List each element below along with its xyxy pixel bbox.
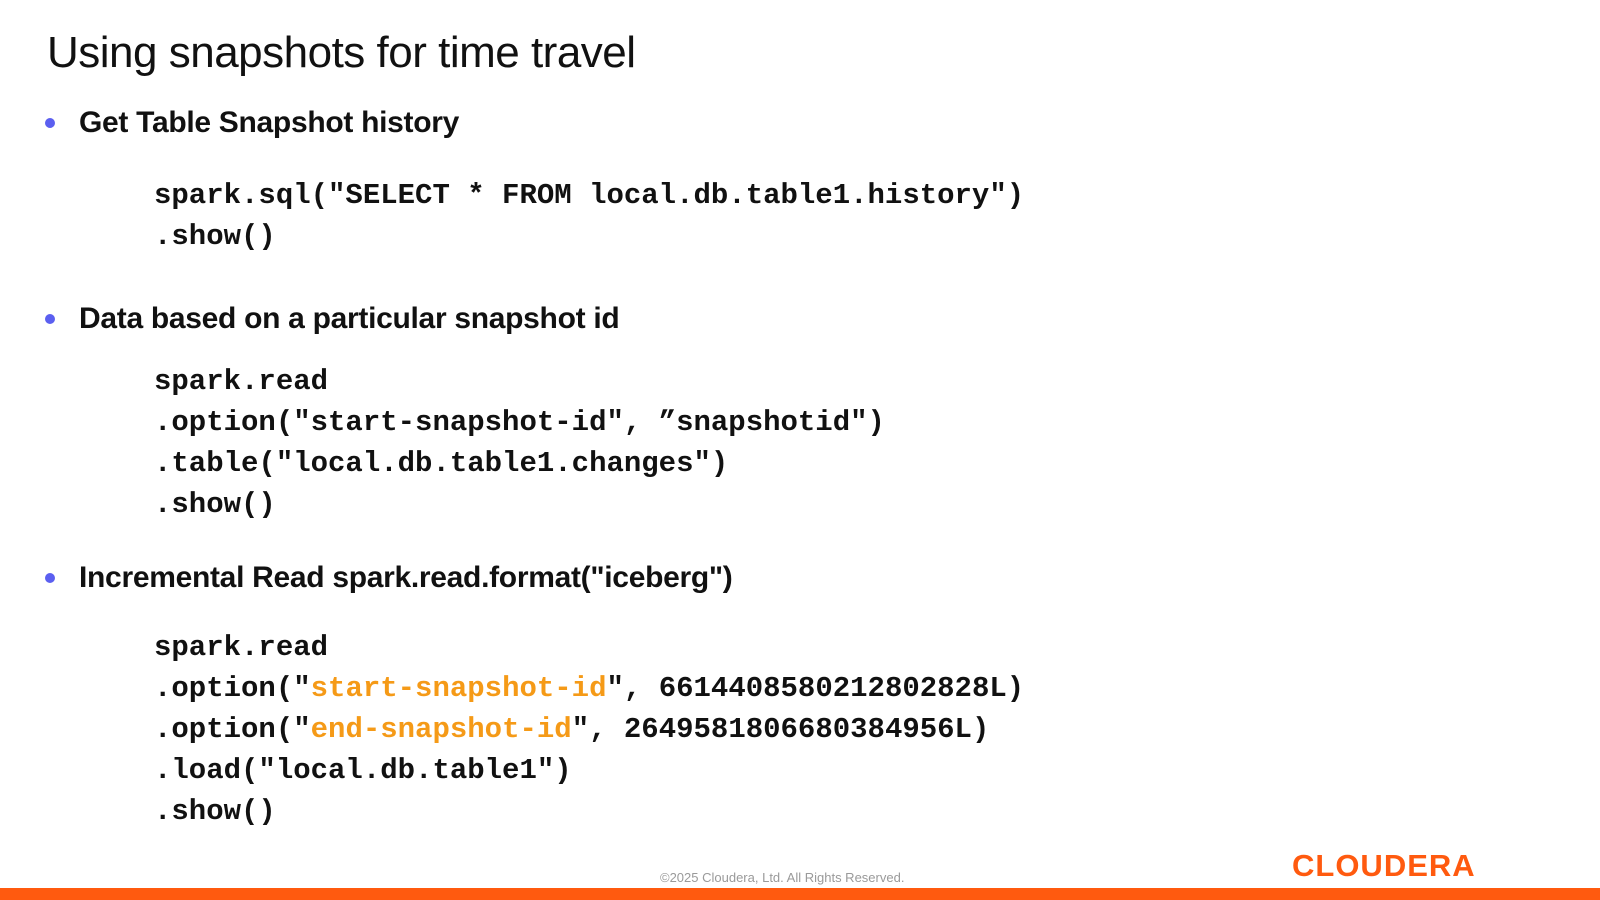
copyright-text: ©2025 Cloudera, Ltd. All Rights Reserved… <box>660 870 905 885</box>
bullet-item-incremental-read: Incremental Read spark.read.format("iceb… <box>45 558 733 598</box>
code-segment: .option(" <box>154 713 311 746</box>
code-block-snapshot-id: spark.read .option("start-snapshot-id", … <box>154 361 885 525</box>
code-line: .option("end-snapshot-id", 2649581806680… <box>154 709 1024 750</box>
code-line: .table("local.db.table1.changes") <box>154 447 729 480</box>
footer-accent-bar <box>0 888 1600 900</box>
code-segment: .option(" <box>154 672 311 705</box>
bullet-heading: Data based on a particular snapshot id <box>79 302 620 335</box>
bullet-item-snapshot-history: Get Table Snapshot history <box>45 103 459 143</box>
bullet-dot-icon <box>45 314 55 324</box>
cloudera-logo: CLOUDERA <box>1292 848 1476 883</box>
bullet-heading: Incremental Read spark.read.format("iceb… <box>79 561 733 594</box>
code-line: .option("start-snapshot-id", 66144085802… <box>154 668 1024 709</box>
code-segment: ", 6614408580212802828L) <box>606 672 1025 705</box>
code-line: .option("start-snapshot-id", ”snapshotid… <box>154 406 885 439</box>
highlighted-option-key: start-snapshot-id <box>310 672 607 705</box>
code-line: spark.read <box>154 365 329 398</box>
slide-title: Using snapshots for time travel <box>47 28 636 77</box>
code-line: .show() <box>154 795 276 828</box>
bullet-dot-icon <box>45 573 55 583</box>
code-block-incremental-read: spark.read .option("start-snapshot-id", … <box>154 627 1024 832</box>
bullet-heading: Get Table Snapshot history <box>79 106 460 139</box>
code-segment: ", 2649581806680384956L) <box>571 713 990 746</box>
bullet-item-snapshot-id: Data based on a particular snapshot id <box>45 299 620 339</box>
code-block-history: spark.sql("SELECT * FROM local.db.table1… <box>154 175 1024 257</box>
highlighted-option-key: end-snapshot-id <box>310 713 572 746</box>
code-line: .load("local.db.table1") <box>154 754 572 787</box>
code-line: spark.sql("SELECT * FROM local.db.table1… <box>154 179 1025 212</box>
code-line: .show() <box>154 488 276 521</box>
code-line: .show() <box>154 220 276 253</box>
code-line: spark.read <box>154 631 329 664</box>
bullet-dot-icon <box>45 118 55 128</box>
